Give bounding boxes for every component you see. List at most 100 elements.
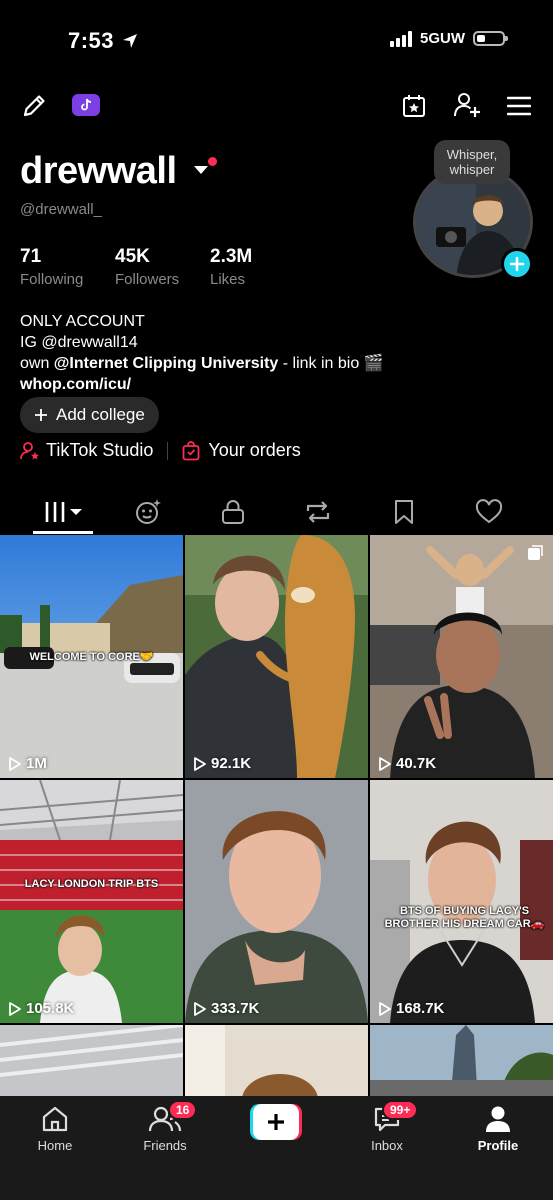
tiktok-creator-icon[interactable] [72, 94, 100, 116]
edit-pencil-icon[interactable] [20, 92, 48, 120]
video-caption: BTS OF BUYING LACY'S BROTHER HIS DREAM C… [384, 905, 545, 930]
active-tab-indicator [33, 531, 93, 534]
notification-dot [208, 157, 217, 166]
play-icon [379, 756, 391, 771]
bio-link[interactable]: whop.com/icu/ [20, 374, 384, 395]
nav-inbox-label: Inbox [371, 1138, 403, 1153]
location-arrow-icon [122, 34, 137, 48]
video-thumbnail[interactable]: LACY LONDON TRIP BTS 105.8K [0, 780, 183, 1023]
video-thumbnail[interactable]: 333.7K [185, 780, 368, 1023]
tab-reposts[interactable] [298, 490, 338, 534]
add-story-plus-icon[interactable] [501, 248, 533, 280]
video-thumbnail[interactable] [0, 1025, 183, 1105]
tab-videos[interactable] [33, 490, 93, 534]
studio-person-icon [20, 441, 39, 459]
nav-home-label: Home [37, 1138, 73, 1153]
video-thumbnail-image [185, 1025, 368, 1105]
nav-friends-label: Friends [143, 1138, 187, 1153]
tab-liked[interactable] [469, 490, 509, 534]
video-thumbnail[interactable]: 92.1K [185, 535, 368, 778]
add-college-button[interactable]: Add college [20, 397, 159, 433]
tab-private[interactable] [213, 490, 253, 534]
menu-icon[interactable] [506, 94, 532, 118]
your-orders-link[interactable]: Your orders [182, 440, 301, 461]
play-icon [194, 1001, 206, 1016]
view-count-value: 1M [26, 755, 47, 772]
stat-likes[interactable]: 2.3M Likes [210, 246, 252, 288]
profile-bio: ONLY ACCOUNT IG @drewwall14 own @Interne… [20, 311, 384, 395]
video-thumbnail[interactable]: BTS OF BUYING LACY'S BROTHER HIS DREAM C… [370, 780, 553, 1023]
video-caption: WELCOME TO CORE🤝 [29, 651, 154, 663]
plus-icon [35, 409, 47, 421]
bio-line-3: own @Internet Clipping University - link… [20, 353, 384, 374]
chevron-down-icon[interactable] [194, 166, 208, 174]
your-orders-label: Your orders [208, 440, 301, 460]
stat-likes-label: Likes [210, 271, 246, 288]
bio-line-3-suffix: - link in bio 🎬 [278, 355, 384, 372]
content-tabs [0, 490, 553, 534]
view-count: 40.7K [378, 755, 436, 772]
tab-reposts-faces[interactable] [128, 490, 168, 534]
stat-following[interactable]: 71 Following [20, 246, 83, 288]
play-icon [379, 1001, 391, 1016]
calendar-star-icon[interactable] [400, 92, 428, 120]
nav-profile[interactable]: Profile [443, 1104, 553, 1153]
video-thumbnail[interactable]: WELCOME TO CORE🤝 1M [0, 535, 183, 778]
home-icon [42, 1106, 68, 1132]
view-count: 168.7K [378, 1000, 444, 1017]
nav-profile-label: Profile [477, 1138, 519, 1153]
stat-followers-label: Followers [115, 271, 180, 288]
status-time: 7:53 [68, 28, 139, 54]
network-label: 5GUW [420, 30, 465, 47]
video-thumbnail-image [0, 780, 183, 1023]
grid-bars-icon [45, 502, 82, 522]
view-count-value: 40.7K [396, 755, 437, 772]
profile-handle: @drewwall_ [20, 201, 102, 218]
repost-icon [306, 501, 330, 523]
battery-icon [473, 31, 508, 46]
view-count: 92.1K [193, 755, 251, 772]
bookmark-icon [395, 500, 413, 524]
smile-sparkle-icon [136, 499, 161, 524]
whisper-bubble[interactable]: Whisper, whisper [434, 140, 510, 184]
view-count-value: 105.8K [26, 1000, 75, 1017]
create-button[interactable] [250, 1104, 302, 1140]
video-thumbnail-image [185, 780, 368, 1023]
view-count: 1M [8, 755, 47, 772]
video-caption: LACY LONDON TRIP BTS [24, 878, 159, 890]
nav-home[interactable]: Home [0, 1104, 110, 1153]
stat-followers[interactable]: 45K Followers [115, 246, 179, 288]
video-thumbnail-image [0, 1025, 183, 1105]
nav-inbox[interactable]: Inbox 99+ [332, 1100, 442, 1153]
stat-likes-value: 2.3M [210, 246, 253, 267]
stat-following-value: 71 [20, 246, 42, 267]
view-count: 105.8K [8, 1000, 74, 1017]
view-count-value: 92.1K [211, 755, 252, 772]
stat-followers-value: 45K [115, 246, 150, 267]
add-college-label: Add college [56, 405, 145, 424]
nav-friends[interactable]: Friends 16 [110, 1100, 220, 1153]
bio-mention-link[interactable]: @Internet Clipping University [54, 355, 279, 372]
play-icon [194, 756, 206, 771]
friends-badge: 16 [168, 1100, 198, 1120]
plus-icon [253, 1104, 299, 1140]
profile-username[interactable]: drewwall [20, 150, 177, 193]
video-thumbnail[interactable] [370, 1025, 553, 1105]
stat-following-label: Following [20, 271, 84, 288]
tiktok-studio-link[interactable]: TikTok Studio [20, 440, 153, 461]
tab-favorites[interactable] [384, 490, 424, 534]
status-indicators: 5GUW [390, 30, 508, 47]
view-count: 333.7K [193, 1000, 259, 1017]
multi-photo-icon [527, 543, 545, 566]
lock-icon [222, 500, 244, 524]
play-icon [9, 1001, 21, 1016]
tiktok-studio-label: TikTok Studio [46, 440, 154, 460]
play-icon [9, 756, 21, 771]
bio-line-2: IG @drewwall14 [20, 334, 138, 351]
video-thumbnail[interactable]: 40.7K [370, 535, 553, 778]
view-count-value: 333.7K [211, 1000, 260, 1017]
video-thumbnail[interactable] [185, 1025, 368, 1105]
profile-links-row: TikTok Studio Your orders [20, 440, 301, 461]
video-thumbnail-image [370, 780, 553, 1023]
add-friend-icon[interactable] [452, 90, 482, 120]
